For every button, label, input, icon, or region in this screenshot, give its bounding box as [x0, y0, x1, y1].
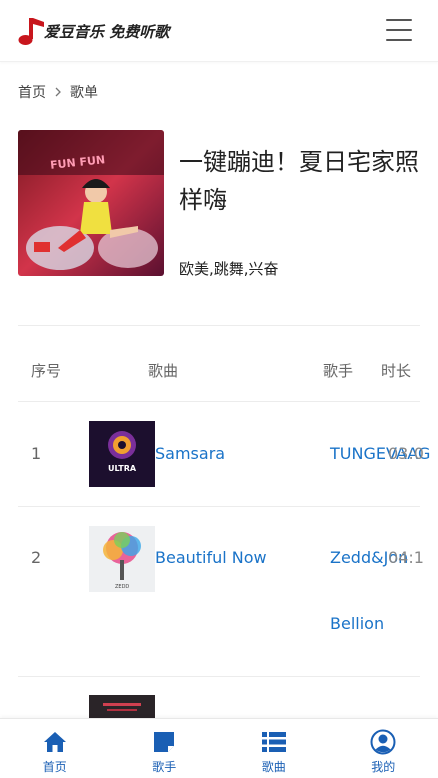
- playlist-cover-image: FUN FUN: [18, 130, 164, 276]
- nav-artist[interactable]: 歌手: [110, 719, 220, 778]
- home-icon: [43, 732, 66, 752]
- track-index: 2: [31, 548, 42, 567]
- track-title-link[interactable]: Beautiful Now: [155, 548, 267, 567]
- track-duration: 04:1: [388, 548, 424, 567]
- column-header-artist: 歌手: [323, 362, 354, 380]
- nav-songs[interactable]: 歌曲: [219, 719, 329, 778]
- bottom-nav: 首页 歌手 歌曲 我的: [0, 718, 438, 778]
- column-header-song: 歌曲: [148, 362, 179, 380]
- track-artist-link[interactable]: Bellion: [330, 614, 384, 633]
- breadcrumb-home-link[interactable]: 首页: [18, 82, 46, 102]
- divider: [18, 325, 420, 326]
- breadcrumb-current: 歌单: [70, 85, 98, 101]
- nav-label: 歌手: [152, 760, 177, 774]
- nav-label: 首页: [42, 760, 67, 774]
- artist-icon: [154, 732, 175, 752]
- track-index: 1: [31, 444, 42, 463]
- divider: [18, 506, 420, 507]
- svg-text:ZEDD: ZEDD: [115, 584, 129, 590]
- track-title-link[interactable]: Samsara: [155, 444, 225, 463]
- playlist-title: 一键蹦迪！夏日宅家照样嗨: [179, 148, 419, 214]
- nav-label: 歌曲: [261, 760, 286, 774]
- playlist-tags: 欧美,跳舞,兴奋: [179, 260, 279, 278]
- nav-home[interactable]: 首页: [0, 719, 110, 778]
- track-thumbnail[interactable]: ULTRA: [89, 421, 155, 487]
- breadcrumb: 首页 歌单: [18, 82, 98, 102]
- column-header-index: 序号: [31, 362, 62, 380]
- track-thumbnail[interactable]: ZEDD: [89, 526, 155, 592]
- track-thumbnail[interactable]: [89, 695, 155, 719]
- menu-icon[interactable]: [386, 19, 414, 41]
- nav-mine[interactable]: 我的: [329, 719, 438, 778]
- chevron-right-icon: [55, 87, 61, 97]
- column-header-duration: 时长: [381, 362, 412, 380]
- app-logo[interactable]: 爱豆音乐 免费听歌: [18, 16, 169, 46]
- track-duration: 03:0: [388, 444, 424, 463]
- divider: [18, 676, 420, 677]
- logo-text: 爱豆音乐 免费听歌: [44, 22, 170, 41]
- divider: [18, 401, 420, 402]
- list-icon: [261, 732, 286, 752]
- music-note-logo-icon: [18, 18, 44, 45]
- svg-text:ULTRA: ULTRA: [108, 464, 137, 473]
- nav-label: 我的: [371, 760, 396, 774]
- top-header: 爱豆音乐 免费听歌: [0, 0, 438, 62]
- user-icon: [370, 729, 396, 755]
